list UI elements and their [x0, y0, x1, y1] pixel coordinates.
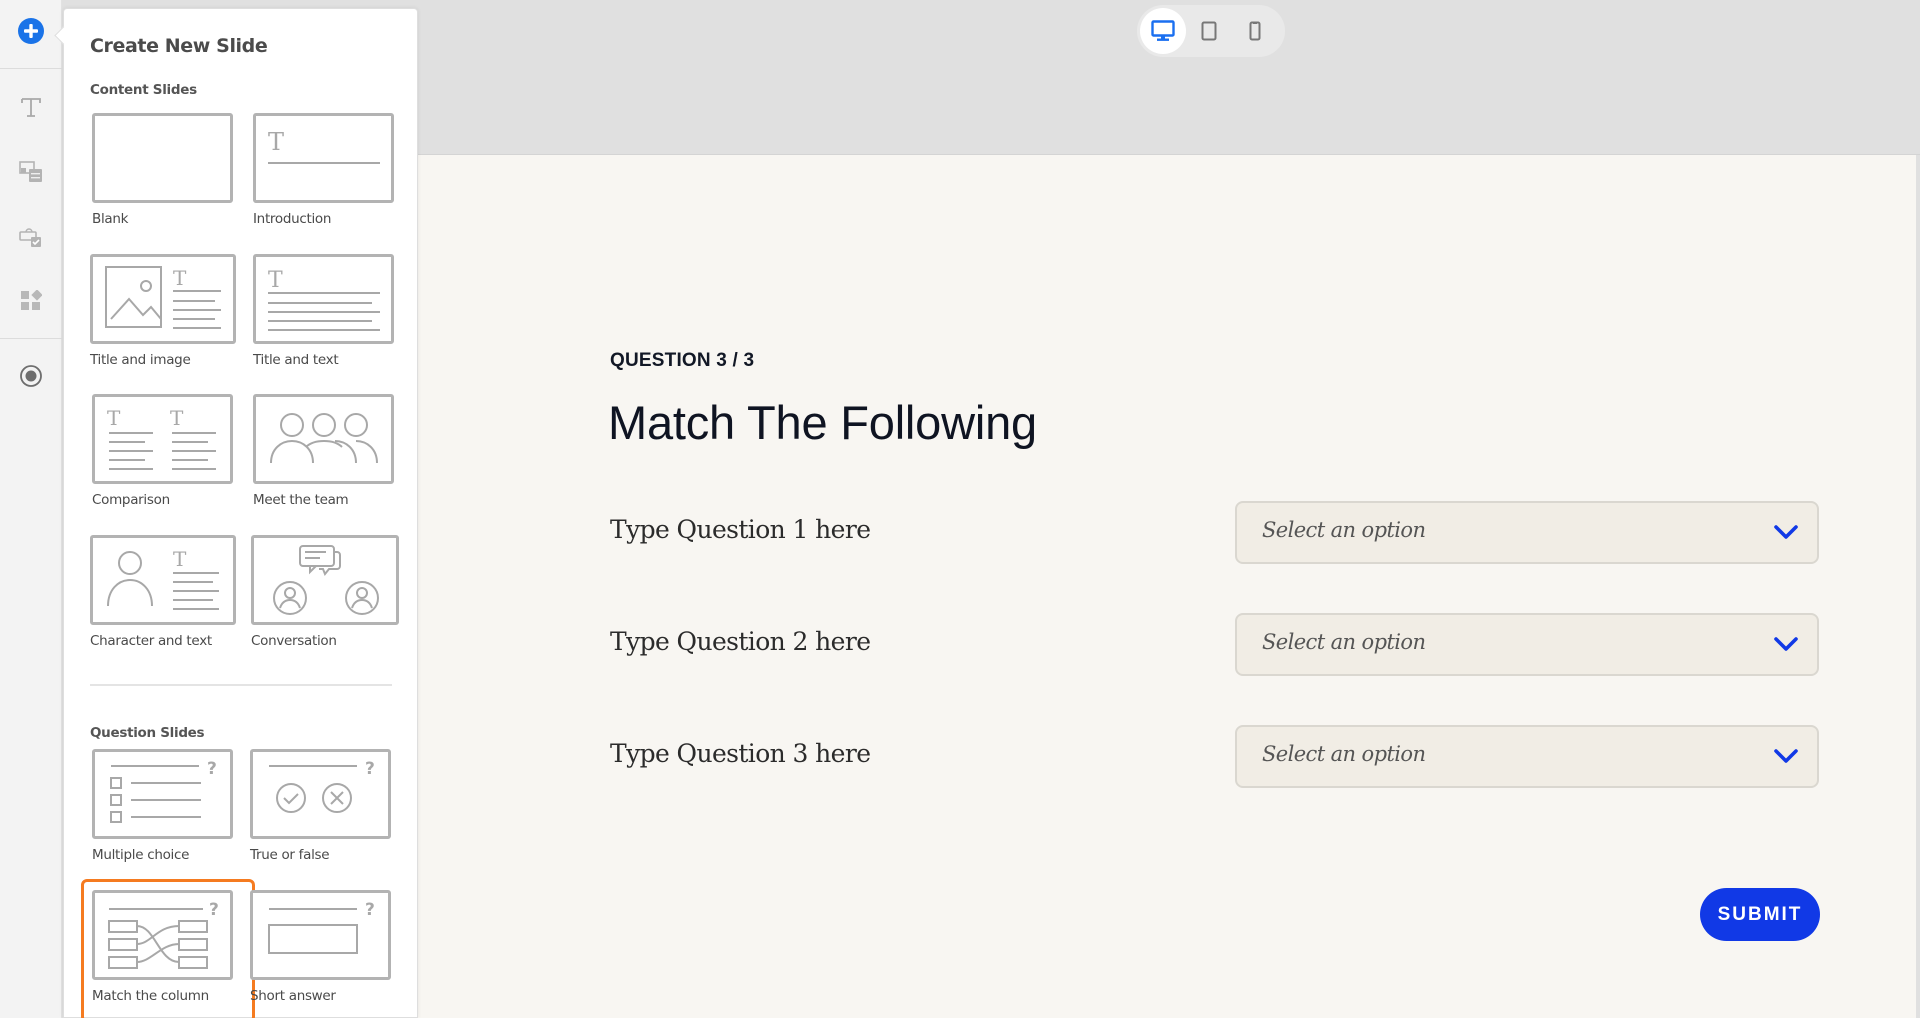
- slide-template-conversation[interactable]: Conversation: [251, 535, 399, 649]
- slide-template-character-and-text[interactable]: T Character and text: [90, 535, 236, 649]
- create-slide-panel: Create New Slide Content Slides Blank T …: [63, 8, 418, 1018]
- slide-title[interactable]: Match The Following: [608, 395, 1037, 450]
- introduction-thumbnail: T: [253, 113, 394, 203]
- svg-text:T: T: [107, 406, 121, 430]
- chevron-down-icon: [1774, 749, 1798, 763]
- widgets-icon: [21, 290, 42, 310]
- template-label: Title and text: [253, 352, 339, 368]
- slide-template-blank[interactable]: Blank: [92, 113, 237, 227]
- template-label: True or false: [250, 847, 330, 863]
- template-label: Match the column: [92, 988, 209, 1004]
- svg-text:T: T: [268, 268, 283, 293]
- device-tablet-button[interactable]: [1186, 8, 1232, 54]
- question-text[interactable]: Type Question 3 here: [610, 739, 871, 768]
- interaction-icon: [19, 228, 41, 247]
- device-mobile-button[interactable]: [1232, 8, 1278, 54]
- answer-select[interactable]: Select an option: [1235, 613, 1819, 676]
- template-label: Meet the team: [253, 492, 349, 508]
- slide-template-match-the-column[interactable]: ? Match the column: [81, 879, 255, 1018]
- true-false-thumbnail: ?: [250, 749, 391, 839]
- tablet-icon: [1201, 21, 1217, 41]
- slide-template-comparison[interactable]: TT Comparison: [92, 394, 237, 508]
- record-button[interactable]: [0, 360, 62, 392]
- question-slides-heading: Question Slides: [90, 725, 205, 741]
- tool-rail: [0, 0, 62, 1018]
- template-label: Conversation: [251, 633, 337, 649]
- select-placeholder: Select an option: [1262, 518, 1426, 542]
- comparison-thumbnail: TT: [92, 394, 233, 484]
- template-label: Short answer: [250, 988, 336, 1004]
- template-label: Title and image: [90, 352, 191, 368]
- short-answer-thumbnail: ?: [250, 890, 391, 980]
- blank-thumbnail: [92, 113, 233, 203]
- svg-text:?: ?: [365, 900, 375, 920]
- interaction-tool-button[interactable]: [0, 222, 62, 252]
- slide-template-title-text[interactable]: T Title and text: [253, 254, 398, 368]
- slide-canvas: QUESTION 3 / 3 Match The Following Type …: [418, 155, 1918, 1018]
- add-slide-button[interactable]: [0, 12, 62, 50]
- svg-text:T: T: [268, 128, 284, 156]
- text-icon: [21, 98, 41, 117]
- widgets-tool-button[interactable]: [0, 286, 62, 316]
- app: QUESTION 3 / 3 Match The Following Type …: [0, 0, 1920, 1018]
- template-label: Multiple choice: [92, 847, 190, 863]
- slide-template-introduction[interactable]: T Introduction: [253, 113, 398, 227]
- svg-text:?: ?: [207, 759, 217, 779]
- meet-team-thumbnail: [253, 394, 394, 484]
- slide-template-multiple-choice[interactable]: ? Multiple choice: [92, 749, 237, 863]
- chevron-down-icon: [1774, 637, 1798, 651]
- svg-text:T: T: [170, 406, 184, 430]
- select-placeholder: Select an option: [1262, 630, 1426, 654]
- answer-select[interactable]: Select an option: [1235, 725, 1819, 788]
- svg-text:?: ?: [209, 900, 219, 920]
- device-switcher: [1137, 5, 1285, 57]
- character-text-thumbnail: T: [90, 535, 236, 625]
- title-image-thumbnail: T: [90, 254, 236, 344]
- content-slides-heading: Content Slides: [90, 82, 197, 98]
- svg-text:T: T: [173, 266, 187, 290]
- match-column-thumbnail: ?: [92, 890, 233, 980]
- svg-text:T: T: [173, 547, 187, 571]
- select-placeholder: Select an option: [1262, 742, 1426, 766]
- slide-template-title-image[interactable]: T Title and image: [90, 254, 236, 368]
- question-counter: QUESTION 3 / 3: [610, 350, 755, 371]
- template-label: Character and text: [90, 633, 212, 649]
- add-circle-icon: [18, 18, 44, 44]
- media-tool-button[interactable]: [0, 157, 62, 187]
- text-tool-button[interactable]: [0, 92, 62, 122]
- match-row: Type Question 1 here Select an option: [610, 501, 1820, 565]
- conversation-thumbnail: [251, 535, 399, 625]
- question-text[interactable]: Type Question 1 here: [610, 515, 871, 544]
- title-text-thumbnail: T: [253, 254, 394, 344]
- question-text[interactable]: Type Question 2 here: [610, 627, 871, 656]
- slide-template-short-answer[interactable]: ? Short answer: [250, 890, 395, 1004]
- match-row: Type Question 3 here Select an option: [610, 725, 1820, 789]
- media-icon: [19, 161, 42, 182]
- multiple-choice-thumbnail: ?: [92, 749, 233, 839]
- chevron-down-icon: [1774, 525, 1798, 539]
- section-divider: [90, 684, 392, 686]
- slide-template-true-or-false[interactable]: ? True or false: [250, 749, 395, 863]
- svg-text:?: ?: [365, 759, 375, 779]
- template-label: Blank: [92, 211, 129, 227]
- record-icon: [20, 365, 42, 387]
- template-label: Comparison: [92, 492, 170, 508]
- slide-template-meet-the-team[interactable]: Meet the team: [253, 394, 398, 508]
- match-row: Type Question 2 here Select an option: [610, 613, 1820, 677]
- answer-select[interactable]: Select an option: [1235, 501, 1819, 564]
- desktop-icon: [1151, 20, 1175, 41]
- submit-button[interactable]: SUBMIT: [1700, 888, 1820, 941]
- panel-title: Create New Slide: [90, 35, 268, 57]
- mobile-icon: [1249, 21, 1261, 41]
- template-label: Introduction: [253, 211, 332, 227]
- device-desktop-button[interactable]: [1140, 8, 1186, 54]
